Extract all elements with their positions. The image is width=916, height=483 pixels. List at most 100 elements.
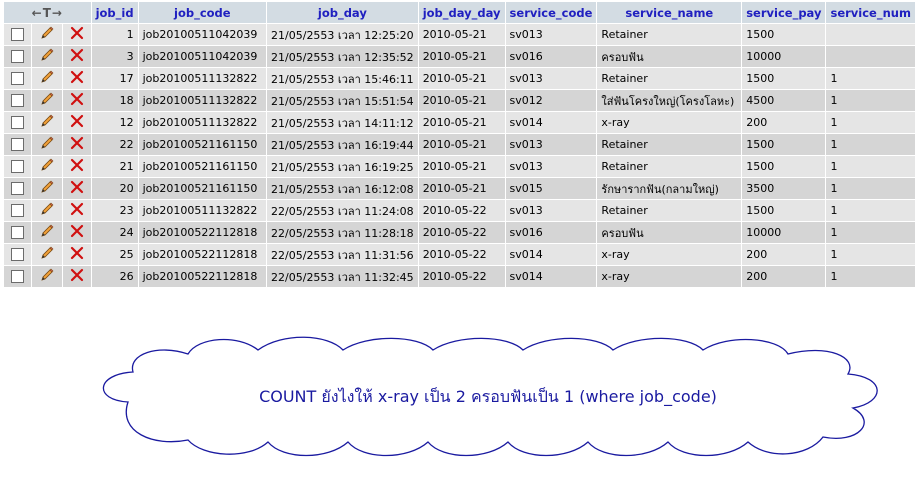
column-header-service-pay[interactable]: service_pay [742,2,826,23]
pencil-icon[interactable] [39,223,55,242]
cell-service-code: sv016 [505,46,597,67]
cell-service-name: ใส่ฟันโครงใหญ่(โครงโลหะ) [597,90,742,111]
checkbox-icon[interactable] [11,204,25,218]
pencil-icon[interactable] [39,113,55,132]
cell-job-code: job20100522112818 [138,222,267,243]
cell-service-pay: 200 [742,112,826,133]
red-x-icon[interactable] [70,114,84,131]
cell-service-name: Retainer [597,134,742,155]
red-x-icon[interactable] [70,246,84,263]
pencil-icon[interactable] [39,245,55,264]
cell-job-id: 3 [91,46,138,67]
checkbox-icon[interactable] [11,248,25,262]
row-edit-cell [32,24,62,45]
column-header-job-code[interactable]: job_code [138,2,267,23]
red-x-icon[interactable] [70,48,84,65]
red-x-icon[interactable] [70,70,84,87]
column-header-service-name[interactable]: service_name [597,2,742,23]
cell-job-id: 20 [91,178,138,199]
red-x-icon[interactable] [70,92,84,109]
table-row: 21 job20100521161150 21/05/2553 เวลา 16:19… [4,156,915,177]
red-x-icon[interactable] [70,202,84,219]
cell-service-num: 1 [826,112,915,133]
cell-job-day: 21/05/2553 เวลา 15:46:11 [267,68,418,89]
red-x-icon[interactable] [70,136,84,153]
red-x-icon[interactable] [70,180,84,197]
column-header-job-day-day[interactable]: job_day_day [418,2,505,23]
cell-service-code: sv013 [505,68,597,89]
cell-job-day-day: 2010-05-22 [418,266,505,287]
cell-service-code: sv013 [505,24,597,45]
table-row: 1 job20100511042039 21/05/2553 เวลา 12:25:… [4,24,915,45]
cell-job-day: 21/05/2553 เวลา 16:19:25 [267,156,418,177]
cell-job-day: 21/05/2553 เวลา 12:25:20 [267,24,418,45]
cell-job-code: job20100521161150 [138,156,267,177]
column-header-service-num[interactable]: service_num [826,2,915,23]
cell-job-code: job20100511042039 [138,24,267,45]
table-row: 22 job20100521161150 21/05/2553 เวลา 16:19… [4,134,915,155]
checkbox-icon[interactable] [11,270,25,284]
row-delete-cell [62,112,91,133]
cell-job-day: 22/05/2553 เวลา 11:32:45 [267,266,418,287]
row-delete-cell [62,24,91,45]
checkbox-icon[interactable] [11,182,25,196]
pencil-icon[interactable] [39,201,55,220]
checkbox-icon[interactable] [11,226,25,240]
pencil-icon[interactable] [39,135,55,154]
pencil-icon[interactable] [39,25,55,44]
pencil-icon[interactable] [39,267,55,286]
cell-job-id: 17 [91,68,138,89]
cell-job-day: 21/05/2553 เวลา 15:51:54 [267,90,418,111]
cell-job-day-day: 2010-05-21 [418,68,505,89]
row-checkbox-cell [4,200,32,221]
pencil-icon[interactable] [39,179,55,198]
cell-job-day-day: 2010-05-21 [418,134,505,155]
cell-service-code: sv012 [505,90,597,111]
pencil-icon[interactable] [39,69,55,88]
pencil-icon[interactable] [39,91,55,110]
checkbox-icon[interactable] [11,28,25,42]
row-delete-cell [62,68,91,89]
cell-job-day-day: 2010-05-21 [418,24,505,45]
cell-service-name: x-ray [597,266,742,287]
column-header-job-id[interactable]: job_id [91,2,138,23]
cell-job-day: 21/05/2553 เวลา 16:19:44 [267,134,418,155]
checkbox-icon[interactable] [11,138,25,152]
cell-service-pay: 1500 [742,134,826,155]
results-table: ←T→ job_id job_code job_day job_day_day … [3,1,916,288]
cell-service-pay: 3500 [742,178,826,199]
row-edit-cell [32,266,62,287]
cell-job-code: job20100522112818 [138,244,267,265]
cell-service-code: sv013 [505,200,597,221]
checkbox-icon[interactable] [11,160,25,174]
row-delete-cell [62,266,91,287]
checkbox-icon[interactable] [11,72,25,86]
cell-job-day-day: 2010-05-22 [418,200,505,221]
cell-service-pay: 10000 [742,46,826,67]
row-delete-cell [62,134,91,155]
red-x-icon[interactable] [70,224,84,241]
column-header-job-day[interactable]: job_day [267,2,418,23]
cell-job-id: 26 [91,266,138,287]
table-row: 18 job20100511132822 21/05/2553 เวลา 15:51… [4,90,915,111]
row-delete-cell [62,244,91,265]
pencil-icon[interactable] [39,157,55,176]
red-x-icon[interactable] [70,158,84,175]
column-header-service-code[interactable]: service_code [505,2,597,23]
table-row: 12 job20100511132822 21/05/2553 เวลา 14:11… [4,112,915,133]
cell-job-day: 21/05/2553 เวลา 16:12:08 [267,178,418,199]
checkbox-icon[interactable] [11,50,25,64]
checkbox-icon[interactable] [11,116,25,130]
row-edit-cell [32,46,62,67]
checkbox-icon[interactable] [11,94,25,108]
row-edit-cell [32,134,62,155]
cell-job-id: 21 [91,156,138,177]
cell-service-name: ครอบฟัน [597,222,742,243]
row-edit-cell [32,68,62,89]
pencil-icon[interactable] [39,47,55,66]
cell-job-id: 12 [91,112,138,133]
cell-service-code: sv014 [505,266,597,287]
red-x-icon[interactable] [70,268,84,285]
red-x-icon[interactable] [70,26,84,43]
row-checkbox-cell [4,24,32,45]
